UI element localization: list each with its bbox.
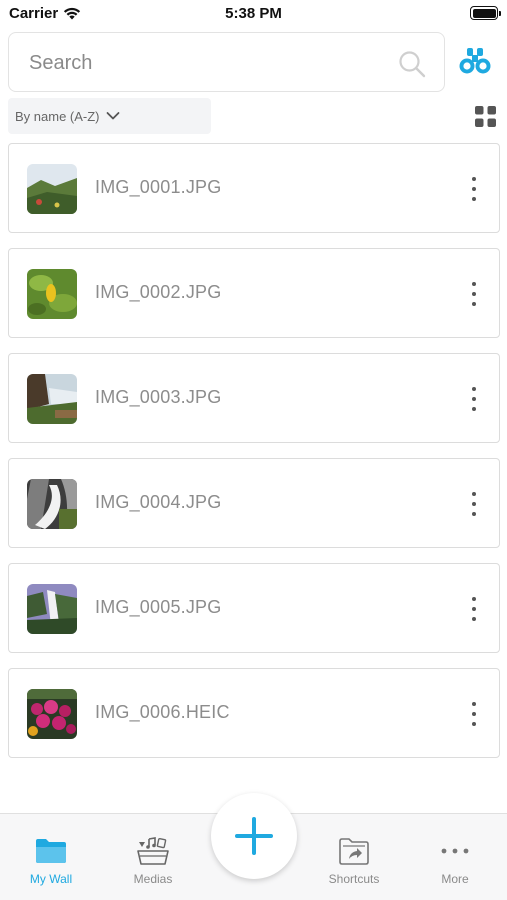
image-thumbnail xyxy=(27,374,77,424)
file-list-item[interactable]: IMG_0005.JPG xyxy=(8,563,500,653)
sort-dropdown[interactable]: By name (A-Z) xyxy=(8,98,211,134)
more-horizontal-icon xyxy=(441,848,469,854)
file-name: IMG_0003.JPG xyxy=(95,387,222,407)
search-bar xyxy=(8,32,445,92)
tab-my-wall[interactable]: My Wall xyxy=(14,814,88,900)
folder-icon xyxy=(36,839,66,863)
add-button[interactable] xyxy=(211,793,297,879)
more-options-icon[interactable] xyxy=(467,281,481,307)
image-thumbnail xyxy=(27,164,77,214)
image-thumbnail xyxy=(27,584,77,634)
tab-label: Shortcuts xyxy=(328,872,380,886)
image-thumbnail xyxy=(27,269,77,319)
file-name: IMG_0002.JPG xyxy=(95,282,222,302)
tab-label: More xyxy=(441,872,469,886)
more-options-icon[interactable] xyxy=(467,596,481,622)
tab-medias[interactable]: Medias xyxy=(116,814,190,900)
tab-more[interactable]: More xyxy=(418,814,492,900)
search-icon[interactable] xyxy=(398,50,426,78)
binoculars-icon[interactable] xyxy=(458,46,492,76)
file-name: IMG_0006.HEIC xyxy=(95,702,230,722)
file-list-item[interactable]: IMG_0002.JPG xyxy=(8,248,500,338)
more-options-icon[interactable] xyxy=(467,176,481,202)
media-basket-icon xyxy=(137,837,169,865)
file-list-item[interactable]: IMG_0003.JPG xyxy=(8,353,500,443)
status-bar: Carrier 5:38 PM xyxy=(0,0,507,28)
file-name: IMG_0001.JPG xyxy=(95,177,222,197)
image-thumbnail xyxy=(27,479,77,529)
battery-icon xyxy=(470,6,501,20)
shortcut-folder-icon xyxy=(339,838,369,865)
chevron-down-icon xyxy=(106,112,119,120)
status-time: 5:38 PM xyxy=(225,5,282,22)
image-thumbnail xyxy=(27,689,77,739)
file-list-item[interactable]: IMG_0006.HEIC xyxy=(8,668,500,758)
plus-icon xyxy=(235,817,273,855)
search-input[interactable] xyxy=(29,49,389,77)
file-list-item[interactable]: IMG_0001.JPG xyxy=(8,143,500,233)
grid-view-icon[interactable] xyxy=(475,106,496,127)
more-options-icon[interactable] xyxy=(467,701,481,727)
tab-label: My Wall xyxy=(29,872,73,886)
file-name: IMG_0004.JPG xyxy=(95,492,222,512)
sort-label: By name (A-Z) xyxy=(15,108,100,124)
tab-shortcuts[interactable]: Shortcuts xyxy=(316,814,392,900)
tab-label: Medias xyxy=(133,872,173,886)
file-name: IMG_0005.JPG xyxy=(95,597,222,617)
more-options-icon[interactable] xyxy=(467,491,481,517)
more-options-icon[interactable] xyxy=(467,386,481,412)
file-list-item[interactable]: IMG_0004.JPG xyxy=(8,458,500,548)
